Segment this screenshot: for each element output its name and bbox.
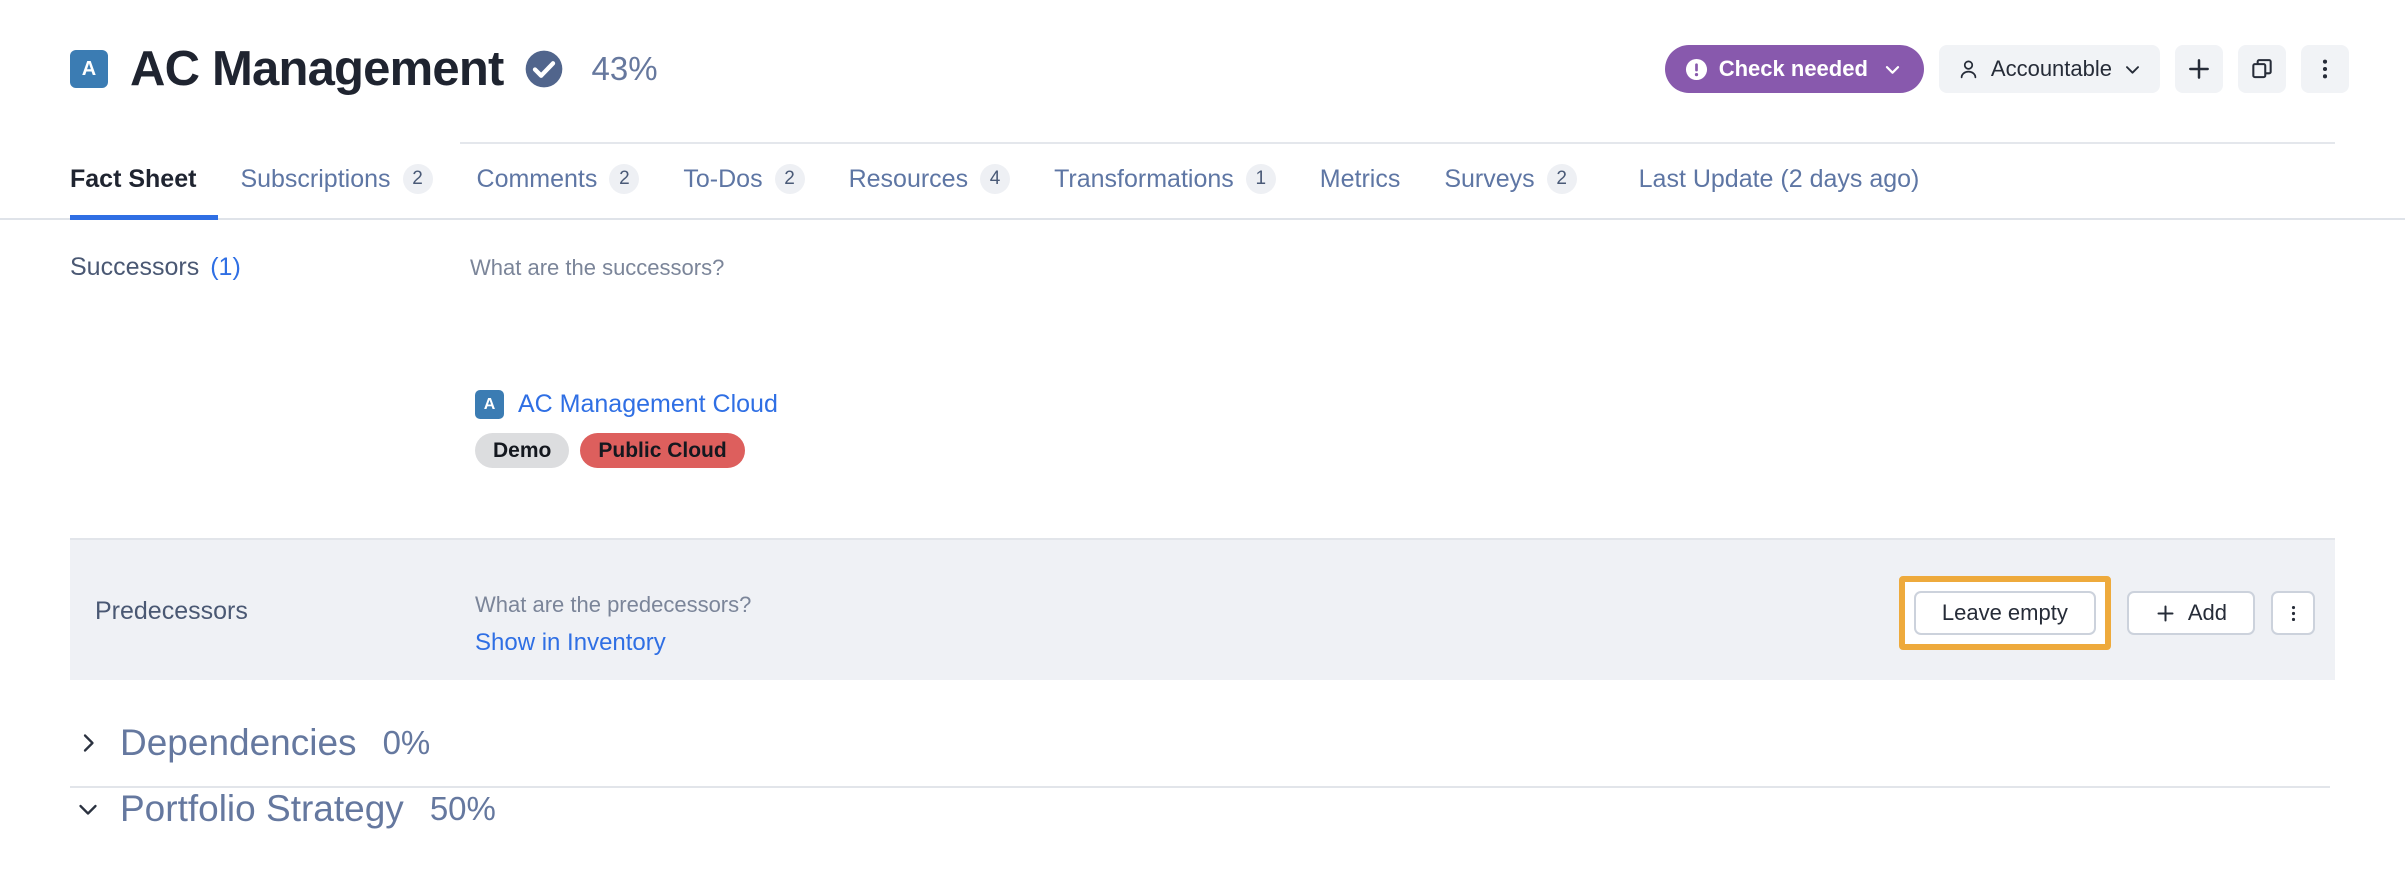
tab-comments[interactable]: Comments 2 [455,138,662,220]
predecessors-more-button[interactable] [2271,591,2315,635]
chevron-right-icon[interactable] [70,731,106,755]
chevron-down-icon [1885,65,1900,74]
plus-icon [2189,59,2209,79]
predecessors-field-row: Predecessors What are the predecessors? … [70,538,2335,680]
predecessors-body: What are the predecessors? Show in Inven… [475,590,751,657]
more-options-button[interactable] [2301,45,2349,93]
tab-label: Subscriptions [240,164,391,193]
tab-count-badge: 2 [402,164,433,194]
copy-icon [2252,59,2272,79]
add-predecessor-button[interactable]: Add [2126,591,2255,635]
successors-count[interactable]: (1) [210,253,241,281]
completion-percentage: 43% [591,50,658,87]
tab-surveys[interactable]: Surveys 2 [1422,138,1598,220]
tab-count-badge: 2 [774,164,805,194]
tab-transformations[interactable]: Transformations 1 [1032,138,1298,220]
chevron-down-icon[interactable] [70,797,106,821]
section-dependencies[interactable]: Dependencies 0% [70,722,430,764]
section-completion: 0% [382,724,431,761]
predecessors-hint: What are the predecessors? [475,592,752,617]
status-badge-check-needed[interactable]: Check needed [1664,45,1924,93]
successors-label: Successors [70,253,200,281]
successors-hint: What are the successors? [470,255,725,280]
tab-fact-sheet[interactable]: Fact Sheet [70,138,219,220]
tab-label: Metrics [1319,164,1401,193]
tab-last-update[interactable]: Last Update (2 days ago) [1599,138,1942,220]
tab-count-badge: 2 [1546,164,1577,194]
successor-type-badge: A [475,390,504,419]
section-completion: 50% [429,790,496,827]
verified-check-icon [525,50,562,88]
successors-body-col: What are the successors? [470,220,2335,365]
successor-item-head: A AC Management Cloud [475,390,778,419]
status-badge-label: Check needed [1718,56,1868,81]
fact-sheet-page: A AC Management 43% Check needed Account… [0,0,2405,891]
predecessors-actions: Leave empty Add [1898,576,2315,650]
factsheet-type-badge: A [70,50,108,88]
header-title-group: A AC Management 43% [70,41,1665,96]
tab-label: Transformations [1054,164,1234,193]
page-header: A AC Management 43% Check needed Account… [0,0,2405,138]
tab-label: Comments [476,164,598,193]
add-label: Add [2187,600,2227,625]
kebab-menu-icon [2291,605,2295,621]
leave-empty-label: Leave empty [1941,600,2068,625]
chevron-down-icon [2126,65,2139,74]
section-title: Dependencies [120,722,357,763]
section-title: Portfolio Strategy [120,788,404,829]
tab-resources[interactable]: Resources 4 [827,138,1033,220]
add-button[interactable] [2175,45,2223,93]
fact-sheet-content: Successors (1) What are the successors? [0,220,2405,365]
kebab-menu-icon [2322,59,2328,79]
accountable-label: Accountable [1990,56,2112,81]
exclamation-circle-icon [1685,58,1707,80]
successor-name-link[interactable]: AC Management Cloud [518,390,778,419]
tab-to-dos[interactable]: To-Dos 2 [661,138,826,220]
header-actions: Check needed Accountable [1664,45,2349,93]
tag-demo[interactable]: Demo [475,433,570,468]
tab-label: Last Update (2 days ago) [1638,164,1920,193]
leave-empty-highlight: Leave empty [1898,576,2111,650]
predecessors-label: Predecessors [95,597,248,625]
plus-icon [2157,604,2174,622]
successor-item: A AC Management Cloud Demo Public Cloud [475,390,778,468]
accountable-dropdown-button[interactable]: Accountable [1938,45,2160,93]
show-in-inventory-link[interactable]: Show in Inventory [475,629,666,657]
duplicate-button[interactable] [2238,45,2286,93]
leave-empty-button[interactable]: Leave empty [1913,591,2096,635]
successors-field-row: Successors (1) What are the successors? [0,220,2405,365]
successor-tag-row: Demo Public Cloud [475,433,778,468]
tab-count-badge: 4 [980,164,1011,194]
tab-label: To-Dos [683,164,763,193]
tab-label: Fact Sheet [70,164,197,193]
tab-metrics[interactable]: Metrics [1298,138,1423,220]
user-icon [1960,59,1977,78]
tab-label: Surveys [1444,164,1535,193]
tab-subscriptions[interactable]: Subscriptions 2 [218,138,454,220]
tab-count-badge: 1 [1245,164,1276,194]
successors-label-col: Successors (1) [70,220,470,365]
tab-count-badge: 2 [609,164,640,194]
page-title: AC Management [130,41,504,96]
tab-label: Resources [848,164,969,193]
section-portfolio-strategy[interactable]: Portfolio Strategy 50% [70,788,496,830]
tag-public-cloud[interactable]: Public Cloud [580,433,745,468]
tab-bar: Fact Sheet Subscriptions 2 Comments 2 To… [0,138,2405,220]
successors-divider [460,142,2335,144]
